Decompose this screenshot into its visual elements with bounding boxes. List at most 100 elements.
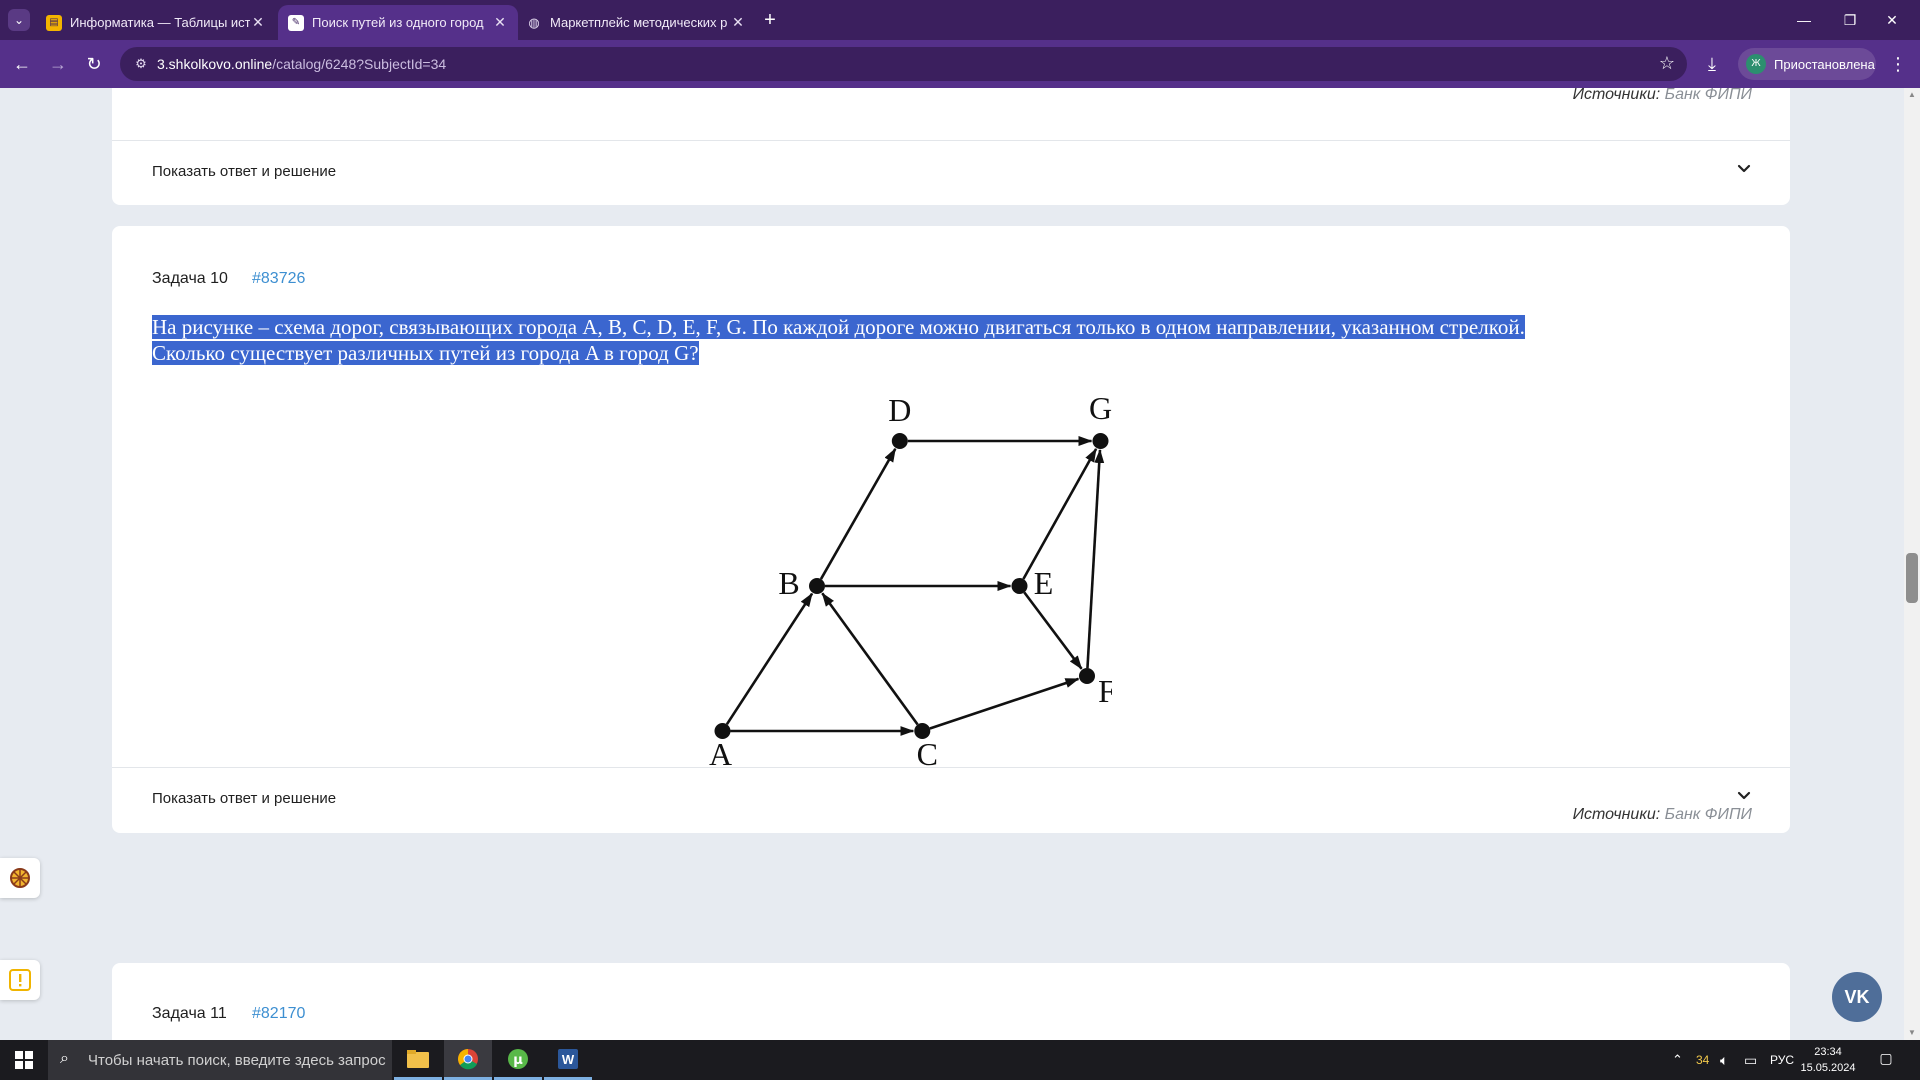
show-answer-label: Показать ответ и решение — [152, 790, 337, 807]
file-explorer-app[interactable] — [394, 1040, 442, 1080]
url-host: 3.shkolkovo.online — [157, 56, 273, 72]
task-statement: На рисунке – схема дорог, связывающих го… — [152, 314, 1772, 366]
task-id-link[interactable]: #82170 — [252, 1005, 305, 1023]
windows-logo-icon — [15, 1051, 33, 1069]
word-icon: W — [558, 1048, 578, 1069]
city-label-G: G — [1089, 390, 1112, 426]
site-info-icon[interactable]: ⚙ — [132, 55, 150, 73]
svg-text:W: W — [562, 1052, 575, 1067]
tab-search-button[interactable]: ⌄ — [8, 9, 30, 31]
taskbar-search[interactable]: ⌕ Чтобы начать поиск, введите здесь запр… — [48, 1040, 392, 1080]
close-icon[interactable]: ✕ — [492, 14, 508, 31]
fortune-wheel-widget[interactable] — [0, 858, 40, 898]
scroll-up-icon[interactable]: ▲ — [1905, 90, 1919, 100]
network-icon[interactable]: ▭ — [1744, 1040, 1757, 1080]
tab-path-search[interactable]: ✎ Поиск путей из одного город ✕ — [278, 5, 518, 40]
back-button[interactable]: ← — [10, 52, 34, 76]
volume-icon[interactable]: 🔈︎ — [1720, 1040, 1728, 1080]
task-text-line-2: Сколько существует различных путей из го… — [152, 341, 699, 365]
profile-button[interactable]: Ж Приостановлена — [1738, 48, 1876, 80]
tab-title: Поиск путей из одного город — [312, 15, 484, 30]
profile-status-label: Приостановлена — [1774, 56, 1875, 72]
scroll-down-icon[interactable]: ▼ — [1905, 1028, 1919, 1038]
road-C-F — [929, 677, 1080, 730]
task-id-link[interactable]: #83726 — [252, 270, 305, 288]
show-hidden-icons[interactable]: ⌃ — [1672, 1040, 1683, 1080]
new-tab-button[interactable]: + — [758, 8, 782, 32]
task-card-10: Задача 10 #83726 На рисунке – схема доро… — [112, 226, 1790, 833]
vk-chat-button[interactable]: VK — [1832, 972, 1882, 1022]
browser-toolbar: ← → ↻ ⚙ 3.shkolkovo.online/catalog/6248?… — [0, 40, 1920, 88]
city-node-E — [1011, 578, 1028, 594]
scrollbar-thumb[interactable] — [1906, 553, 1918, 603]
show-answer-label: Показать ответ и решение — [152, 163, 337, 180]
slides-icon: ▤ — [46, 14, 62, 31]
road-E-G — [1022, 447, 1098, 580]
chrome-app[interactable] — [444, 1040, 492, 1080]
source-label: Источники: — [1572, 88, 1661, 103]
vk-icon: VK — [1844, 986, 1870, 1007]
close-icon[interactable]: ✕ — [250, 14, 266, 31]
tab-informatics-tables[interactable]: ▤ Информатика — Таблицы ист ✕ — [36, 5, 276, 40]
globe-icon: ◍ — [528, 14, 540, 30]
show-answer-toggle[interactable]: Показать ответ и решение — [112, 141, 1790, 205]
source-link[interactable]: Банк ФИПИ — [1665, 88, 1752, 103]
kebab-menu-icon[interactable]: ⋮ — [1888, 52, 1908, 76]
chevron-down-icon — [1737, 791, 1751, 800]
avatar: Ж — [1746, 54, 1766, 74]
word-app[interactable]: W — [544, 1040, 592, 1080]
task-card-11: Задача 11 #82170 — [112, 963, 1790, 1040]
utorrent-app[interactable]: µ — [494, 1040, 542, 1080]
bookmark-star-icon[interactable]: ☆ — [1659, 53, 1675, 74]
city-label-D: D — [888, 392, 911, 428]
tab-marketplace[interactable]: ◍ Маркетплейс методических р ✕ — [516, 5, 756, 40]
tab-title: Маркетплейс методических р — [550, 15, 728, 30]
task-text-line-1: На рисунке – схема дорог, связывающих го… — [152, 315, 1525, 339]
source-line: Источники: Банк ФИПИ — [1573, 88, 1752, 104]
show-answer-toggle[interactable]: Показать ответ и решение — [112, 768, 1790, 832]
clock-date: 15.05.2024 — [1800, 1062, 1856, 1074]
task-heading: Задача 10 — [152, 270, 228, 287]
tray-badge-count[interactable]: 34 — [1696, 1040, 1709, 1080]
task-card-previous: Источники: Банк ФИПИ Показать ответ и ре… — [112, 88, 1790, 205]
url-path: /catalog/6248?SubjectId=34 — [272, 56, 447, 72]
city-node-G — [1092, 433, 1109, 449]
url-text: 3.shkolkovo.online/catalog/6248?SubjectI… — [157, 56, 446, 72]
page-viewport: Источники: Банк ФИПИ Показать ответ и ре… — [0, 88, 1920, 1040]
report-error-widget[interactable] — [0, 960, 40, 1000]
reload-button[interactable]: ↻ — [82, 52, 106, 76]
language-indicator[interactable]: РУС — [1770, 1040, 1794, 1080]
road-A-B — [725, 592, 814, 726]
task-heading: Задача 11 — [152, 1005, 227, 1022]
taskbar-clock[interactable]: 23:34 15.05.2024 — [1800, 1044, 1856, 1076]
windows-taskbar: ⌕ Чтобы начать поиск, введите здесь запр… — [0, 1040, 1920, 1080]
tab-strip: ⌄ ▤ Информатика — Таблицы ист ✕ ✎ Поиск … — [0, 0, 1920, 40]
svg-text:µ: µ — [513, 1053, 523, 1068]
road-E-F — [1023, 591, 1083, 670]
road-B-D — [819, 447, 897, 580]
notifications-icon[interactable]: ▢ — [1876, 1050, 1896, 1070]
download-icon[interactable]: ⤓ — [1700, 52, 1724, 76]
chevron-down-icon — [1737, 164, 1751, 173]
tab-title: Информатика — Таблицы ист — [70, 15, 250, 30]
close-window-button[interactable]: ✕ — [1864, 0, 1920, 40]
road-F-G — [1086, 448, 1105, 669]
start-button[interactable] — [0, 1040, 48, 1080]
search-icon: ⌕ — [60, 1050, 69, 1067]
city-label-B: B — [778, 565, 799, 601]
city-node-B — [809, 578, 825, 594]
address-bar[interactable]: ⚙ 3.shkolkovo.online/catalog/6248?Subjec… — [120, 47, 1687, 81]
road-C-B — [821, 592, 919, 726]
clock-time: 23:34 — [1814, 1046, 1842, 1058]
forward-button[interactable]: → — [46, 52, 70, 76]
close-icon[interactable]: ✕ — [730, 14, 746, 31]
search-placeholder: Чтобы начать поиск, введите здесь запрос — [88, 1051, 386, 1069]
city-label-F: F — [1098, 673, 1112, 709]
city-label-E: E — [1034, 565, 1054, 601]
wheel-icon — [10, 868, 30, 888]
pencil-icon: ✎ — [288, 14, 304, 31]
city-node-D — [891, 433, 908, 449]
city-node-F — [1079, 668, 1095, 684]
folder-icon — [407, 1049, 429, 1068]
warning-icon — [9, 969, 31, 991]
